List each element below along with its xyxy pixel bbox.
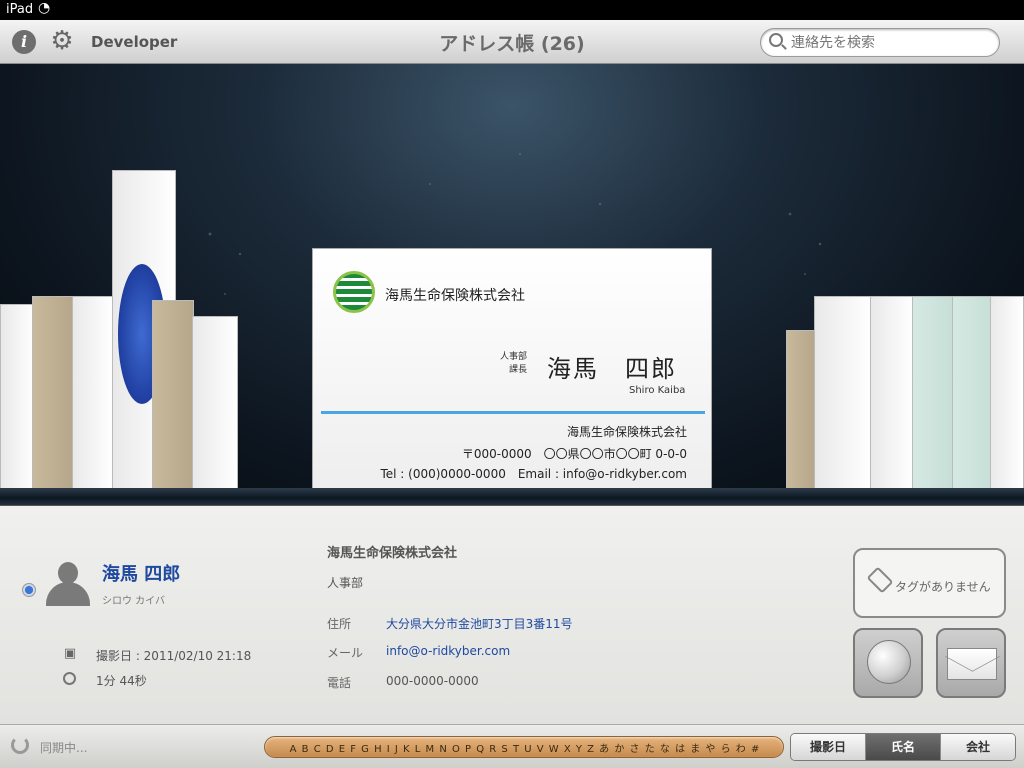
side-card[interactable] [152,300,194,490]
duration: 1分 44秒 [96,674,147,688]
side-card[interactable] [870,296,914,490]
selection-radio[interactable] [22,583,36,597]
card-contact: Tel : (000)0000-0000 Email : info@o-ridk… [380,467,687,481]
web-button[interactable] [853,628,923,698]
sort-segmented-control[interactable]: 撮影日 氏名 会社 [790,733,1016,761]
detail-company: 海馬生命保険株式会社 [327,546,458,561]
avatar [44,562,92,606]
alphabet-index-letters[interactable]: A B C D E F G H I J K L M N O P Q R S T … [265,740,785,755]
sync-icon[interactable] [11,736,29,754]
card-position: 課長 [508,365,527,375]
tag-button[interactable]: タグがありません [853,548,1006,618]
shot-date: 撮影日 : 2011/02/10 21:18 [96,649,252,663]
side-card[interactable] [72,296,114,490]
mail-button[interactable] [936,628,1006,698]
card-company: 海馬生命保険株式会社 [385,288,525,304]
wifi-icon: ◔ [38,0,51,16]
address-link[interactable]: 大分県大分市金池町3丁目3番11号 [386,615,573,632]
clock-icon [63,672,76,685]
sort-by-name[interactable]: 氏名 [866,734,941,760]
side-card[interactable] [32,296,74,490]
carrier-label: iPad [6,2,34,17]
globe-icon [867,640,911,684]
card-name: 海馬 四郎 [547,355,677,383]
card-dept-position: 人事部 課長 [491,351,527,377]
tel-label: 電話 [327,676,352,690]
card-romaji: Shiro Kaiba [629,385,686,396]
sort-by-company[interactable]: 会社 [941,734,1015,760]
tag-icon [866,566,894,594]
side-card[interactable] [192,316,238,490]
mail-label: メール [327,646,364,660]
mail-link[interactable]: info@o-ridkyber.com [386,644,510,658]
avatar-body [46,582,90,606]
search-box[interactable] [760,28,1000,57]
contact-kana: シロウ カイバ [102,596,165,607]
address-label: 住所 [327,617,352,631]
side-card[interactable] [912,296,954,490]
side-card[interactable] [814,296,872,490]
navigation-bar: i ⚙ Developer アドレス帳 (26) [0,20,1024,64]
contact-detail-panel: 海馬 四郎 シロウ カイバ ▣ 撮影日 : 2011/02/10 21:18 1… [0,506,1024,724]
side-card[interactable] [0,304,36,490]
card-address: 〒000-0000 〇〇県〇〇市〇〇町 0-0-0 [461,447,687,461]
side-card[interactable] [786,330,816,490]
tag-label: タグがありません [895,580,991,594]
camera-icon: ▣ [63,646,77,661]
envelope-icon [947,648,997,680]
side-card[interactable] [952,296,994,490]
contact-name: 海馬 四郎 [102,564,181,585]
bottom-toolbar: 同期中... A B C D E F G H I J K L M N O P Q… [0,724,1024,768]
side-card[interactable] [990,296,1024,490]
status-bar: iPad ◔ [0,0,1024,20]
card-dept: 人事部 [499,352,527,362]
sort-by-date[interactable]: 撮影日 [791,734,866,760]
card-company-footer: 海馬生命保険株式会社 [566,425,687,439]
search-input[interactable] [791,33,991,53]
company-logo [333,271,375,313]
avatar-head [58,562,78,584]
carousel-shelf [0,488,1024,506]
alphabet-index[interactable]: A B C D E F G H I J K L M N O P Q R S T … [264,736,784,758]
search-icon [769,33,783,47]
tel-value: 000-0000-0000 [386,674,479,688]
detail-dept: 人事部 [327,576,364,590]
card-divider [321,411,705,414]
business-card[interactable]: 海馬生命保険株式会社 人事部 課長 海馬 四郎 Shiro Kaiba 海馬生命… [312,248,712,490]
sync-status: 同期中... [40,741,88,755]
